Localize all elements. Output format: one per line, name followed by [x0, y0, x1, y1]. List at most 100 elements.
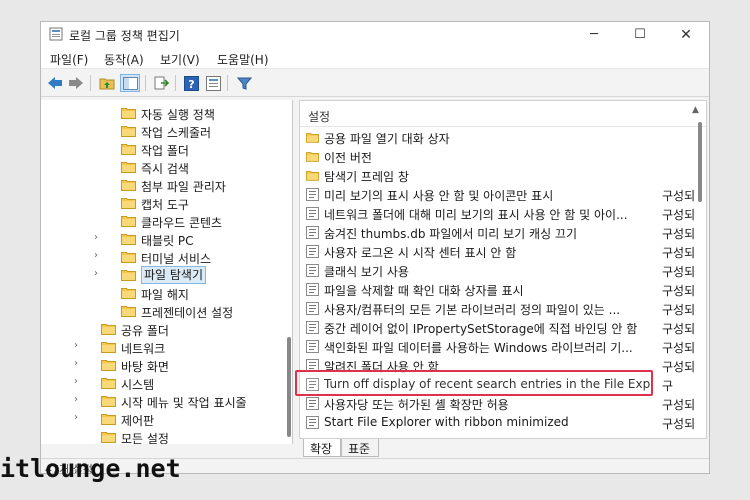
policy-setting-icon — [306, 264, 319, 277]
tree-item[interactable]: 작업 폴더 — [41, 140, 291, 158]
policy-row[interactable]: 사용자/컴퓨터의 모든 기본 라이브러리 정의 파일이 있는 ... 구성되 — [300, 299, 700, 318]
tree-item[interactable]: 클라우드 콘텐츠 — [41, 212, 291, 230]
tree-item[interactable]: 즉시 검색 — [41, 158, 291, 176]
policy-row[interactable]: 사용자당 또는 허가된 셸 확장만 허용 구성되 — [300, 394, 700, 413]
close-icon: ✕ — [680, 26, 692, 43]
list-scrollbar[interactable] — [698, 122, 702, 202]
filter-button[interactable] — [234, 74, 254, 92]
list-header[interactable]: 설정 ▲ — [300, 101, 706, 127]
setting-name: 탐색기 프레임 창 — [324, 170, 409, 184]
policy-row[interactable]: 파일을 삭제할 때 확인 대화 상자를 표시 구성되 — [300, 280, 700, 299]
expand-arrow-icon[interactable]: › — [94, 232, 104, 243]
tab-extended[interactable]: 확장 — [303, 439, 341, 457]
setting-name: 미리 보기의 표시 사용 안 함 및 아이콘만 표시 — [324, 189, 554, 203]
policy-row[interactable]: 숨겨진 thumbs.db 파일에서 미리 보기 캐싱 끄기 구성되 — [300, 223, 700, 242]
tree-item[interactable]: › 파일 탐색기 — [41, 266, 291, 284]
tree-item[interactable]: › 터미널 서비스 — [41, 248, 291, 266]
site-watermark: itlounge.net — [0, 454, 181, 483]
tree-item[interactable]: › 시스템 — [41, 374, 291, 392]
policy-setting-icon — [306, 340, 319, 353]
folder-icon — [101, 432, 116, 443]
properties-button[interactable] — [203, 74, 223, 92]
tab-standard[interactable]: 표준 — [341, 439, 379, 457]
tree-item[interactable]: › 태블릿 PC — [41, 230, 291, 248]
setting-name: 공용 파일 열기 대화 상자 — [324, 132, 450, 146]
expand-arrow-icon[interactable]: › — [94, 268, 104, 279]
setting-name: 클래식 보기 사용 — [324, 265, 409, 279]
tree-item[interactable]: 공유 폴더 — [41, 320, 291, 338]
back-button[interactable] — [45, 74, 65, 92]
back-icon — [48, 77, 62, 89]
minimize-button[interactable]: ─ — [571, 22, 617, 47]
tree-item[interactable]: 캡처 도구 — [41, 194, 291, 212]
expand-arrow-icon[interactable]: › — [74, 340, 84, 351]
tree-item-label: 즉시 검색 — [141, 162, 189, 176]
highlight-annotation — [295, 370, 653, 396]
tree-item[interactable]: › 네트워크 — [41, 338, 291, 356]
policy-setting-icon — [306, 245, 319, 258]
policy-row[interactable]: 미리 보기의 표시 사용 안 함 및 아이콘만 표시 구성되 — [300, 185, 700, 204]
tree-item-label: 프레젠테이션 설정 — [141, 306, 234, 320]
close-button[interactable]: ✕ — [663, 22, 709, 47]
setting-name: Start File Explorer with ribbon minimize… — [324, 415, 569, 429]
setting-state: 구성되 — [662, 208, 696, 222]
tree-item-label: 태블릿 PC — [141, 234, 194, 248]
policy-row[interactable]: 클래식 보기 사용 구성되 — [300, 261, 700, 280]
forward-button[interactable] — [66, 74, 86, 92]
tree-item[interactable]: 자동 실행 정책 — [41, 104, 291, 122]
setting-state: 구성되 — [662, 227, 696, 241]
expand-arrow-icon[interactable]: › — [94, 250, 104, 261]
setting-name: 사용자 로그온 시 시작 센터 표시 안 함 — [324, 246, 517, 260]
policy-row[interactable]: 사용자 로그온 시 시작 센터 표시 안 함 구성되 — [300, 242, 700, 261]
policy-row[interactable]: Start File Explorer with ribbon minimize… — [300, 413, 700, 432]
maximize-button[interactable]: ☐ — [617, 22, 663, 47]
tree-item-label: 작업 폴더 — [141, 144, 189, 158]
menu-view[interactable]: 보기(V) — [160, 51, 200, 68]
setting-name: 사용자당 또는 허가된 셸 확장만 허용 — [324, 398, 509, 412]
folder-icon — [121, 162, 136, 173]
tree-item-label: 클라우드 콘텐츠 — [141, 216, 223, 230]
menu-file[interactable]: 파일(F) — [50, 51, 88, 68]
expand-arrow-icon[interactable]: › — [74, 376, 84, 387]
list-folder-row[interactable]: 이전 버전 — [300, 147, 700, 166]
tree-pane[interactable]: 자동 실행 정책 작업 스케줄러작업 폴더즉시 검색 첨부 파일 관리자 캡처 도구클… — [41, 100, 293, 444]
expand-arrow-icon[interactable]: › — [74, 358, 84, 369]
tree-item[interactable]: 모든 설정 — [41, 428, 291, 444]
policy-row[interactable]: 네트워크 폴더에 대해 미리 보기의 표시 사용 안 함 및 아이... 구성되 — [300, 204, 700, 223]
expand-arrow-icon[interactable]: › — [74, 412, 84, 423]
setting-name: 중간 레이어 없이 IPropertySetStorage에 직접 바인딩 안 … — [324, 322, 638, 336]
title-bar[interactable]: 로컬 그룹 정책 편집기 ─ ☐ ✕ — [41, 22, 709, 47]
expand-arrow-icon[interactable]: › — [74, 394, 84, 405]
tree-item[interactable]: 프레젠테이션 설정 — [41, 302, 291, 320]
tree-item[interactable]: 작업 스케줄러 — [41, 122, 291, 140]
policy-setting-icon — [306, 188, 319, 201]
policy-row[interactable]: 중간 레이어 없이 IPropertySetStorage에 직접 바인딩 안 … — [300, 318, 700, 337]
folder-icon — [121, 234, 136, 245]
tree-item-label: 모든 설정 — [121, 432, 169, 444]
list-folder-row[interactable]: 공용 파일 열기 대화 상자 — [300, 128, 700, 147]
tree-item[interactable]: › 바탕 화면 — [41, 356, 291, 374]
setting-name: 색인화된 파일 데이터를 사용하는 Windows 라이브러리 기... — [324, 341, 633, 355]
help-icon: ? — [183, 75, 199, 91]
list-folder-row[interactable]: 탐색기 프레임 창 — [300, 166, 700, 185]
tree-item[interactable]: › 제어판 — [41, 410, 291, 428]
help-button[interactable]: ? — [181, 74, 201, 92]
tree-scrollbar[interactable] — [287, 337, 291, 437]
folder-icon — [101, 414, 116, 425]
menu-help[interactable]: 도움말(H) — [217, 51, 269, 68]
tree-item[interactable]: 첨부 파일 관리자 — [41, 176, 291, 194]
setting-state: 구성되 — [662, 360, 696, 374]
policy-setting-icon — [306, 226, 319, 239]
export-list-button[interactable] — [151, 74, 171, 92]
tree-item[interactable]: › 시작 메뉴 및 작업 표시줄 — [41, 392, 291, 410]
up-folder-button[interactable] — [97, 74, 117, 92]
folder-icon — [121, 270, 136, 281]
folder-icon — [121, 198, 136, 209]
column-header-setting[interactable]: 설정 — [308, 108, 330, 125]
show-hide-tree-button[interactable] — [120, 74, 140, 92]
tree-item[interactable]: 파일 해지 — [41, 284, 291, 302]
setting-state: 구성되 — [662, 303, 696, 317]
menu-action[interactable]: 동작(A) — [104, 51, 144, 68]
tree-item-label: 공유 폴더 — [121, 324, 169, 338]
policy-row[interactable]: 색인화된 파일 데이터를 사용하는 Windows 라이브러리 기... 구성되 — [300, 337, 700, 356]
